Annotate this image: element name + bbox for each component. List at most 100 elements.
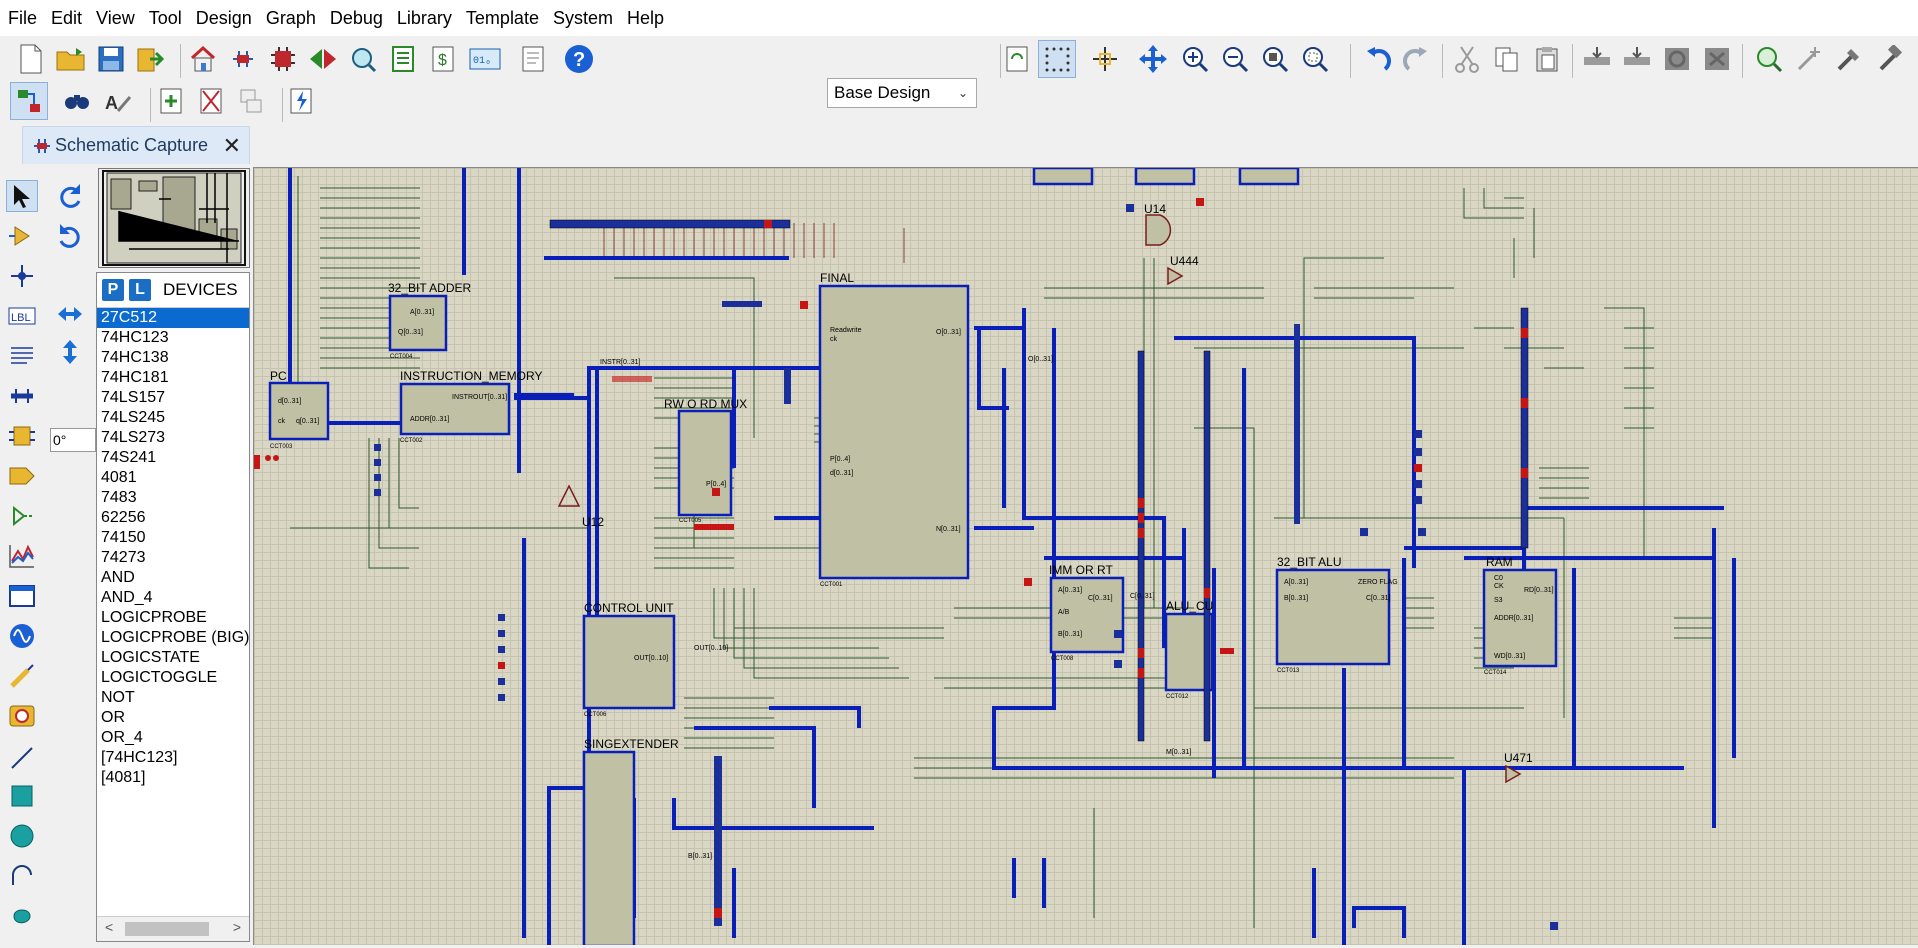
block-rotate-icon[interactable] [1658, 40, 1696, 78]
component-mode-icon[interactable] [6, 220, 38, 252]
scroll-left-icon[interactable]: < [105, 919, 113, 935]
menu-help[interactable]: Help [620, 0, 671, 36]
binary-icon[interactable]: 01₀ [466, 40, 504, 78]
selection-mode-icon[interactable] [6, 180, 38, 212]
device-item[interactable]: 74HC181 [97, 368, 249, 388]
design-select[interactable]: Base Design ⌄ [827, 78, 977, 108]
rotate-cw-icon[interactable] [54, 180, 86, 212]
library-manager-button[interactable]: L [129, 279, 151, 301]
menu-tool[interactable]: Tool [142, 0, 189, 36]
menu-debug[interactable]: Debug [323, 0, 390, 36]
device-item[interactable]: LOGICPROBE [97, 608, 249, 628]
device-item[interactable]: LOGICPROBE (BIG) [97, 628, 249, 648]
wire-label-icon[interactable]: LBL [6, 300, 38, 332]
voltage-probe-icon[interactable] [6, 660, 38, 692]
arc-draw-icon[interactable] [6, 860, 38, 892]
device-item[interactable]: NOT [97, 688, 249, 708]
property-tool-icon[interactable]: A [100, 82, 138, 120]
3d-view-icon[interactable] [304, 40, 342, 78]
refresh-icon[interactable] [998, 40, 1036, 78]
search-tag-icon[interactable] [58, 82, 96, 120]
block-delete-icon[interactable] [1698, 40, 1736, 78]
schematic-canvas[interactable]: PC 32_BIT ADDER INSTRUCTION_MEMORY FINAL… [253, 167, 1918, 945]
device-item[interactable]: AND [97, 568, 249, 588]
menu-file[interactable]: File [0, 0, 44, 36]
notes-icon[interactable] [514, 40, 552, 78]
device-item[interactable]: 74HC123 [97, 328, 249, 348]
text-script-icon[interactable] [6, 340, 38, 372]
cut-icon[interactable] [1448, 40, 1486, 78]
graph-mode-icon[interactable] [6, 540, 38, 572]
subcircuit-icon[interactable] [6, 420, 38, 452]
cost-icon[interactable]: $ [424, 40, 462, 78]
device-item[interactable]: 4081 [97, 468, 249, 488]
bus-icon[interactable] [6, 380, 38, 412]
origin-icon[interactable] [1086, 40, 1124, 78]
device-item[interactable]: 74LS245 [97, 408, 249, 428]
device-item[interactable]: 74150 [97, 528, 249, 548]
electrical-rule-check-icon[interactable] [282, 82, 320, 120]
mirror-vertical-icon[interactable] [54, 336, 86, 368]
sheet-exit-icon[interactable] [232, 82, 270, 120]
open-folder-icon[interactable] [52, 40, 90, 78]
menu-edit[interactable]: Edit [44, 0, 89, 36]
device-item[interactable]: 74273 [97, 548, 249, 568]
redo-icon[interactable] [1398, 40, 1436, 78]
make-device-icon[interactable] [1790, 40, 1828, 78]
device-item[interactable]: LOGICSTATE [97, 648, 249, 668]
overview-window[interactable] [98, 168, 250, 268]
zoom-area-icon[interactable] [1296, 40, 1334, 78]
tab-schematic-capture[interactable]: Schematic Capture ✕ [22, 126, 250, 164]
copy-icon[interactable] [1488, 40, 1526, 78]
zoom-in-icon[interactable] [1176, 40, 1214, 78]
pick-devices-button[interactable]: P [102, 279, 124, 301]
device-item[interactable]: [4081] [97, 768, 249, 788]
pcb-icon[interactable] [264, 40, 302, 78]
save-icon[interactable] [92, 40, 130, 78]
scroll-right-icon[interactable]: > [233, 919, 241, 935]
device-pin-icon[interactable] [6, 500, 38, 532]
circle-draw-icon[interactable] [6, 820, 38, 852]
remove-sheet-icon[interactable] [192, 82, 230, 120]
zoom-out-icon[interactable] [1216, 40, 1254, 78]
virtual-instrument-icon[interactable] [6, 700, 38, 732]
gerber-icon[interactable] [344, 40, 382, 78]
device-item[interactable]: AND_4 [97, 588, 249, 608]
new-file-icon[interactable] [12, 40, 50, 78]
device-item[interactable]: 62256 [97, 508, 249, 528]
scroll-thumb[interactable] [125, 922, 209, 936]
help-icon[interactable]: ? [560, 40, 598, 78]
device-item[interactable]: LOGICTOGGLE [97, 668, 249, 688]
device-item[interactable]: 74LS273 [97, 428, 249, 448]
zoom-fit-icon[interactable] [1256, 40, 1294, 78]
junction-dot-icon[interactable] [6, 260, 38, 292]
box-draw-icon[interactable] [6, 780, 38, 812]
device-item[interactable]: OR_4 [97, 728, 249, 748]
menu-design[interactable]: Design [189, 0, 259, 36]
menu-graph[interactable]: Graph [259, 0, 323, 36]
new-sheet-icon[interactable] [152, 82, 190, 120]
mirror-horizontal-icon[interactable] [54, 298, 86, 330]
device-item[interactable]: 74HC138 [97, 348, 249, 368]
device-list-scrollbar[interactable]: < > [97, 916, 249, 941]
decompose-icon[interactable] [1870, 40, 1908, 78]
grid-icon[interactable] [1038, 40, 1076, 78]
generator-icon[interactable] [6, 620, 38, 652]
menu-template[interactable]: Template [459, 0, 546, 36]
pick-device-icon[interactable] [1750, 40, 1788, 78]
line-draw-icon[interactable] [6, 742, 38, 774]
device-item[interactable]: [74HC123] [97, 748, 249, 768]
bom-icon[interactable] [384, 40, 422, 78]
terminal-icon[interactable] [6, 460, 38, 492]
device-item[interactable]: OR [97, 708, 249, 728]
close-icon[interactable]: ✕ [223, 133, 241, 159]
menu-library[interactable]: Library [390, 0, 459, 36]
device-item[interactable]: 7483 [97, 488, 249, 508]
paste-icon[interactable] [1528, 40, 1566, 78]
device-item[interactable]: 74LS157 [97, 388, 249, 408]
path-draw-icon[interactable] [6, 900, 38, 932]
block-move-icon[interactable] [1618, 40, 1656, 78]
tape-recorder-icon[interactable] [6, 580, 38, 612]
import-icon[interactable] [132, 40, 170, 78]
menu-view[interactable]: View [89, 0, 142, 36]
